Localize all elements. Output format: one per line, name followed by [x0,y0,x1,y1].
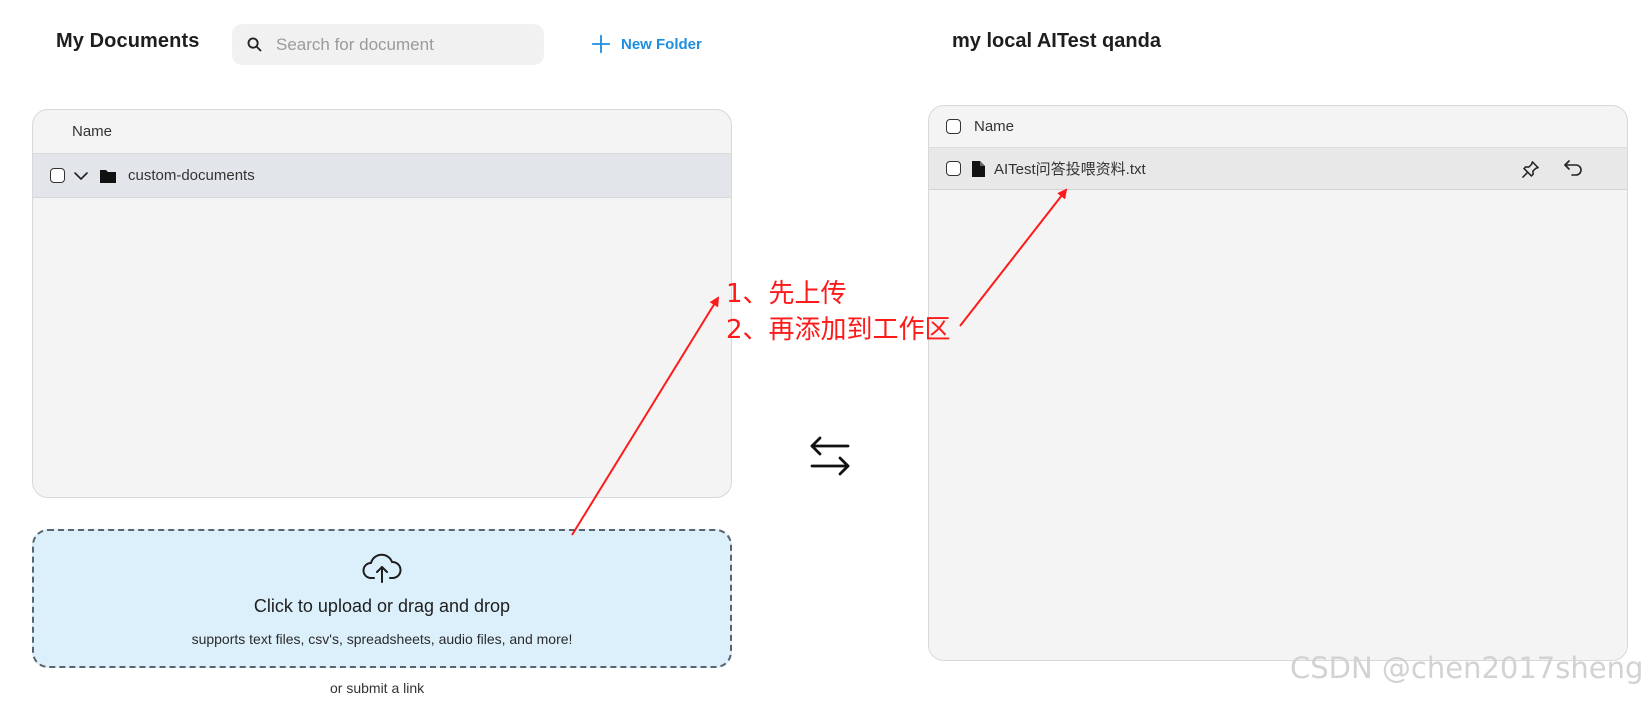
workspace-table-header: Name [929,106,1627,148]
annotation-line-1: 1、先上传 [726,279,847,309]
submit-link[interactable]: or submit a link [330,680,424,696]
plus-icon [591,34,611,54]
watermark: CSDN @chen2017sheng [1290,651,1644,685]
cloud-upload-icon [362,553,402,583]
file-checkbox[interactable] [946,161,961,176]
chevron-down-icon[interactable] [73,168,89,184]
file-row[interactable]: AITest问答投喂资料.txt [929,148,1627,190]
left-page-title: My Documents [56,30,200,52]
documents-table-header: Name [33,110,731,154]
documents-panel: Name custom-documents [32,109,732,498]
new-folder-button[interactable]: New Folder [590,33,702,55]
annotation-note: 1、先上传 2、再添加到工作区 [726,276,951,348]
annotation-line-2: 2、再添加到工作区 [726,315,951,345]
undo-icon[interactable] [1563,159,1583,177]
file-name: AITest问答投喂资料.txt [994,161,1146,178]
upload-title: Click to upload or drag and drop [253,596,511,616]
search-box[interactable] [232,24,544,65]
upload-dropzone[interactable]: Click to upload or drag and drop support… [32,529,732,668]
upload-subtitle: supports text files, csv's, spreadsheets… [191,631,573,647]
pin-icon[interactable] [1521,160,1540,179]
search-icon [247,37,262,52]
select-all-checkbox[interactable] [946,119,961,134]
folder-icon [100,169,116,183]
folder-row[interactable]: custom-documents [33,154,731,198]
name-column-header: Name [72,123,113,140]
new-folder-label: New Folder [621,35,702,53]
name-column-header: Name [974,118,1015,135]
swap-arrows-icon[interactable] [808,434,852,478]
folder-checkbox[interactable] [50,168,65,183]
file-icon [972,160,985,177]
workspace-panel: Name AITest问答投喂资料.txt [928,105,1628,661]
workspace-title: my local AITest qanda [952,30,1161,52]
folder-name: custom-documents [128,167,255,184]
search-input[interactable] [276,34,526,55]
